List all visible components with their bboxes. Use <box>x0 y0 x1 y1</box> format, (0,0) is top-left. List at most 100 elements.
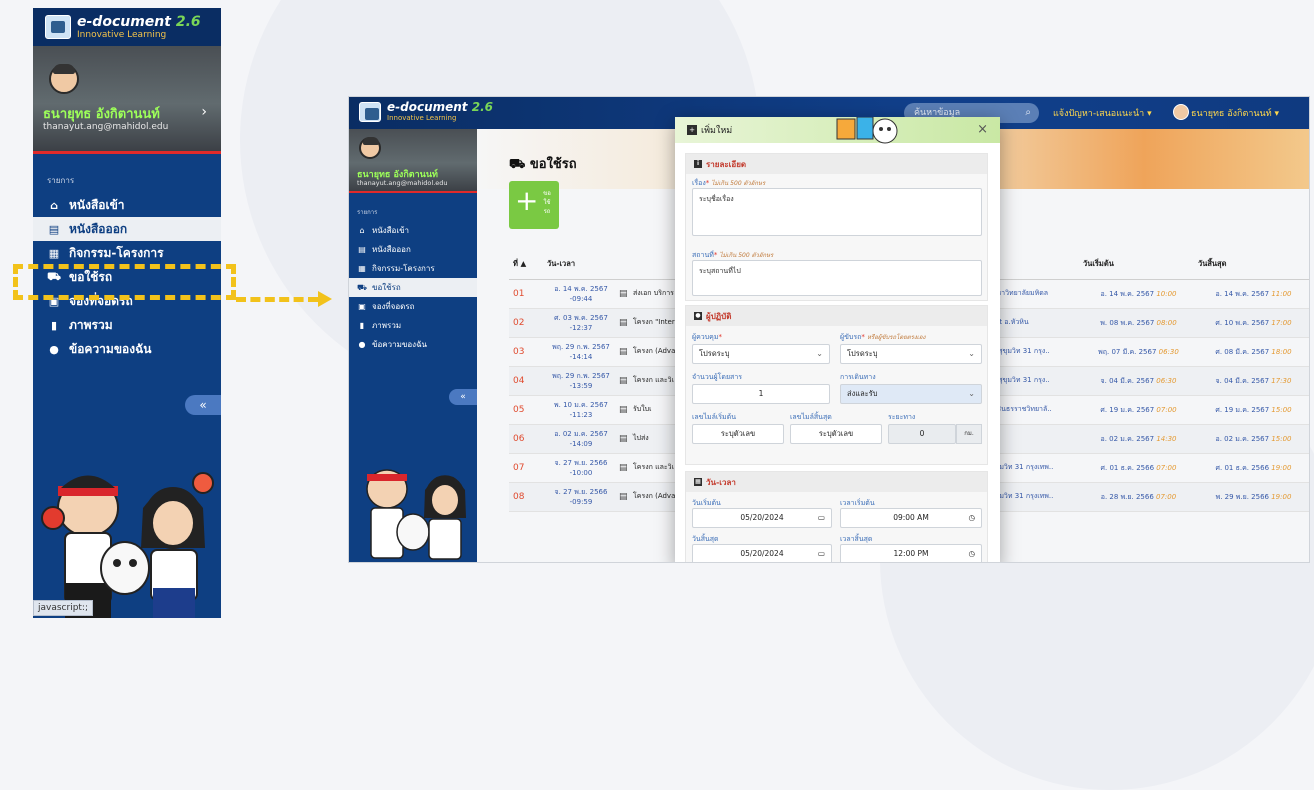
row-start: ศ. 19 ม.ค. 2567 07:00 <box>1079 395 1194 425</box>
sidebar-item-parking[interactable]: ▣ จองที่จอดรถ <box>349 297 477 316</box>
row-datetime: พฤ. 29 ก.พ. 2567 -14:14 <box>543 337 615 367</box>
end-date-input[interactable]: 05/20/2024 ▭ <box>692 544 832 562</box>
column-header[interactable]: วันเริ่มต้น <box>1079 249 1194 280</box>
row-start: ศ. 01 ธ.ค. 2566 07:00 <box>1079 453 1194 483</box>
subject-textarea[interactable]: ระบุชื่อเรื่อง <box>692 188 982 236</box>
clock-icon[interactable]: ◷ <box>968 545 975 562</box>
travel-select[interactable]: ส่งและรับ ⌄ <box>840 384 982 404</box>
avatar <box>1173 104 1189 120</box>
driver-label: ผู้ขับรถ* หรือผู้ขับรถโดยตรงเอง <box>840 333 926 341</box>
close-icon[interactable]: × <box>977 122 988 137</box>
calendar-icon[interactable]: ▭ <box>818 509 825 527</box>
row-datetime: พฤ. 29 ก.พ. 2567 -13:59 <box>543 366 615 396</box>
add-request-button[interactable]: + ขอ ใช้ รถ <box>509 181 559 229</box>
mile-start-input[interactable]: ระบุตัวเลข <box>692 424 784 444</box>
column-header[interactable]: ที่ ▲ <box>509 249 543 280</box>
sidebar-item-label: จองที่จอดรถ <box>372 302 415 311</box>
row-end: ศ. 01 ธ.ค. 2566 19:00 <box>1194 453 1309 483</box>
user-profile[interactable]: ธนายุทธ อังกิตานนท์ thanayut.ang@mahidol… <box>33 46 221 154</box>
sidebar-item-activities[interactable]: ▦ กิจกรรม-โครงการ <box>349 259 477 278</box>
place-textarea[interactable]: ระบุสถานที่ไป <box>692 260 982 296</box>
calendar-icon: ▦ <box>48 246 60 260</box>
row-end: อ. 14 พ.ค. 2567 11:00 <box>1194 279 1309 309</box>
mile-end-input[interactable]: ระบุตัวเลข <box>790 424 882 444</box>
user-profile[interactable]: ธนายุทธ อังกิตานนท์ thanayut.ang@mahidol… <box>349 129 477 193</box>
row-number: 05 <box>509 395 543 425</box>
row-start: จ. 04 มี.ค. 2567 06:30 <box>1079 366 1194 396</box>
calendar-icon[interactable]: ▭ <box>818 545 825 562</box>
sidebar-item-outbox[interactable]: ▤ หนังสือออก <box>33 217 221 241</box>
sidebar-item-activities[interactable]: ▦ กิจกรรม-โครงการ <box>33 241 221 265</box>
file-icon[interactable]: ▤ <box>615 337 629 367</box>
row-number: 06 <box>509 424 543 454</box>
add-button-label: ขอ ใช้ รถ <box>543 190 551 215</box>
page-title: ⛟ ขอใช้รถ <box>509 157 577 172</box>
sidebar-item-inbox[interactable]: ⌂ หนังสือเข้า <box>349 221 477 240</box>
sidebar-item-label: ข้อความของฉัน <box>69 341 152 356</box>
passengers-input[interactable]: 1 <box>692 384 830 404</box>
section-header: ▦ วัน-เวลา <box>686 472 987 492</box>
row-datetime: อ. 02 ม.ค. 2567 -14:09 <box>543 424 615 454</box>
sidebar-item-messages[interactable]: ● ข้อความของฉัน <box>349 335 477 354</box>
distance-unit: กม. <box>956 424 982 444</box>
brand-logo[interactable]: e-document 2.6 Innovative Learning <box>359 101 493 122</box>
start-date-input[interactable]: 05/20/2024 ▭ <box>692 508 832 528</box>
sidebar-item-inbox[interactable]: ⌂ หนังสือเข้า <box>33 193 221 217</box>
collapse-sidebar-button[interactable]: « <box>449 389 477 405</box>
brand-logo[interactable]: e-document 2.6 Innovative Learning <box>33 8 221 46</box>
user-email: thanayut.ang@mahidol.edu <box>43 122 169 132</box>
brand-title: e-document 2.6 <box>387 100 493 114</box>
file-icon[interactable]: ▤ <box>615 366 629 396</box>
file-icon[interactable]: ▤ <box>615 279 629 309</box>
row-start: อ. 28 พ.ย. 2566 07:00 <box>1079 482 1194 512</box>
bar-chart-icon: ▮ <box>359 321 365 330</box>
parking-icon: ▣ <box>358 302 366 311</box>
file-icon[interactable]: ▤ <box>615 482 629 512</box>
mascot-illustration <box>366 469 466 560</box>
driver-select[interactable]: โปรดระบุ ⌄ <box>840 344 982 364</box>
user-email: thanayut.ang@mahidol.edu <box>357 179 448 187</box>
collapse-sidebar-button[interactable]: « <box>185 395 221 415</box>
sidebar-item-messages[interactable]: ● ข้อความของฉัน <box>33 337 221 361</box>
column-header[interactable]: วันสิ้นสุด <box>1194 249 1309 280</box>
file-icon[interactable]: ▤ <box>615 424 629 454</box>
arrow-right-icon <box>318 291 332 307</box>
row-number: 02 <box>509 308 543 338</box>
travel-label: การเดินทาง <box>840 373 876 381</box>
sidebar-item-label: ภาพรวม <box>69 317 113 332</box>
clock-icon[interactable]: ◷ <box>968 509 975 527</box>
row-datetime: ศ. 03 พ.ค. 2567 -12:37 <box>543 308 615 338</box>
chevron-right-icon[interactable]: › <box>201 104 207 120</box>
feedback-menu[interactable]: แจ้งปัญหา-เสนอแนะนำ ▾ <box>1053 106 1152 120</box>
start-time-input[interactable]: 09:00 AM ◷ <box>840 508 982 528</box>
file-icon[interactable]: ▤ <box>615 395 629 425</box>
distance-input: 0 <box>888 424 956 444</box>
controller-select[interactable]: โปรดระบุ ⌄ <box>692 344 830 364</box>
datetime-section: ▦ วัน-เวลา วันเริ่มต้น 05/20/2024 ▭ เวลา… <box>685 471 988 562</box>
app-screenshot: e-document 2.6 Innovative Learning ค้นหา… <box>348 96 1310 563</box>
document-icon: ▤ <box>358 245 366 254</box>
app-logo-icon <box>45 15 71 39</box>
status-bar-url: javascript:; <box>33 600 94 616</box>
sidebar-item-car-request[interactable]: ⛟ ขอใช้รถ <box>349 278 477 297</box>
end-time-input[interactable]: 12:00 PM ◷ <box>840 544 982 562</box>
detail-section: i รายละเอียด เรื่อง* ไม่เกิน 500 ตัวอักษ… <box>685 153 988 301</box>
chevron-down-icon: ⌄ <box>816 349 823 358</box>
row-number: 01 <box>509 279 543 309</box>
sidebar-item-overview[interactable]: ▮ ภาพรวม <box>33 313 221 337</box>
file-icon[interactable]: ▤ <box>615 308 629 338</box>
section-header: ● ผู้ปฏิบัติ <box>686 306 987 326</box>
row-start: อ. 14 พ.ค. 2567 10:00 <box>1079 279 1194 309</box>
sidebar-item-label: หนังสือเข้า <box>372 226 410 235</box>
sidebar-item-label: ภาพรวม <box>372 321 402 330</box>
row-start: อ. 02 ม.ค. 2567 14:30 <box>1079 424 1194 454</box>
sidebar-item-label: หนังสือออก <box>69 221 128 236</box>
sidebar-item-label: หนังสือเข้า <box>69 197 125 212</box>
sidebar-item-overview[interactable]: ▮ ภาพรวม <box>349 316 477 335</box>
user-menu[interactable]: ธนายุทธ อังกิตานนท์ ▾ <box>1191 106 1279 120</box>
info-icon: i <box>694 160 702 168</box>
sidebar-item-outbox[interactable]: ▤ หนังสือออก <box>349 240 477 259</box>
column-header[interactable]: วัน-เวลา <box>543 249 615 280</box>
file-icon[interactable]: ▤ <box>615 453 629 483</box>
menu-section-title: รายการ <box>47 176 75 185</box>
